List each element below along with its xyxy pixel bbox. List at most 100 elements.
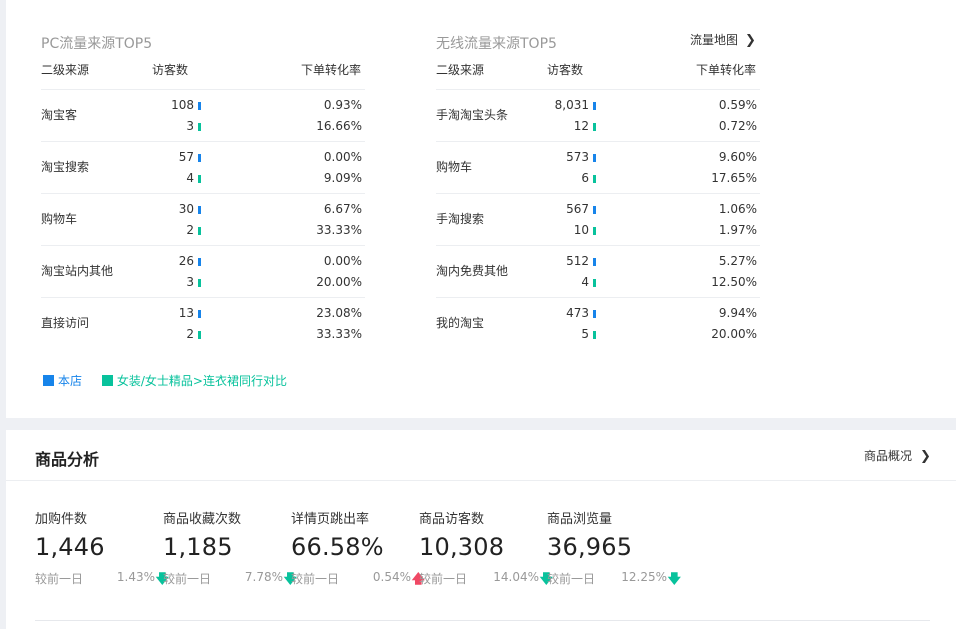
peer-conversion: 12.50% bbox=[711, 275, 757, 289]
table-row: 淘内免费其他 512 4 5.27% 12.50% bbox=[436, 245, 760, 297]
compare-label: 较前一日 bbox=[291, 572, 340, 586]
metric-product-visitors: 商品访客数 10,308 较前一日 14.04% 🡇 bbox=[419, 508, 553, 587]
legend-peer[interactable]: 女装/女士精品>连衣裙同行对比 bbox=[101, 372, 287, 389]
table-row: 手淘淘宝头条 8,031 12 0.59% 0.72% bbox=[436, 89, 760, 141]
metric-favorites: 商品收藏次数 1,185 较前一日 7.78% 🡇 bbox=[163, 508, 297, 587]
peer-conversion: 1.97% bbox=[718, 223, 757, 237]
traffic-map-link[interactable]: 流量地图 ❯ bbox=[690, 31, 756, 48]
shop-visitors: 30 bbox=[178, 202, 194, 216]
peer-conversion: 17.65% bbox=[711, 171, 757, 185]
peer-bar-marker bbox=[593, 279, 596, 287]
shop-bar-marker bbox=[198, 310, 201, 318]
chevron-right-icon: ❯ bbox=[745, 33, 756, 48]
source-name: 直接访问 bbox=[41, 316, 90, 330]
table-row: 手淘搜索 567 10 1.06% 1.97% bbox=[436, 193, 760, 245]
table-row: 淘宝搜索 57 4 0.00% 9.09% bbox=[41, 141, 365, 193]
legend-shop[interactable]: 本店 bbox=[43, 372, 82, 389]
chevron-right-icon: ❯ bbox=[920, 449, 931, 464]
peer-visitors: 2 bbox=[186, 327, 194, 341]
table-row: 购物车 573 6 9.60% 17.65% bbox=[436, 141, 760, 193]
shop-swatch bbox=[43, 375, 54, 386]
shop-conversion: 9.60% bbox=[718, 150, 757, 164]
compare-value: 14.04% bbox=[493, 570, 539, 584]
pc-col-conversion: 下单转化率 bbox=[300, 63, 361, 77]
metric-value: 10,308 bbox=[419, 533, 505, 561]
traffic-source-card: PC流量来源TOP5 二级来源 访客数 下单转化率 淘宝客 108 3 0.93… bbox=[6, 0, 956, 418]
wireless-col-visitors: 访客数 bbox=[547, 63, 584, 77]
compare-label: 较前一日 bbox=[419, 572, 468, 586]
shop-visitors: 512 bbox=[566, 254, 589, 268]
compare-value: 0.54% bbox=[372, 570, 411, 584]
source-name: 购物车 bbox=[41, 212, 78, 226]
shop-visitors: 57 bbox=[178, 150, 194, 164]
shop-visitors: 573 bbox=[566, 150, 589, 164]
peer-bar-marker bbox=[198, 279, 201, 287]
metric-value: 66.58% bbox=[291, 533, 384, 561]
shop-conversion: 6.67% bbox=[323, 202, 362, 216]
metric-value: 36,965 bbox=[547, 533, 633, 561]
shop-conversion: 5.27% bbox=[718, 254, 757, 268]
shop-conversion: 0.59% bbox=[718, 98, 757, 112]
peer-visitors: 12 bbox=[573, 119, 589, 133]
shop-bar-marker bbox=[593, 154, 596, 162]
peer-conversion: 20.00% bbox=[316, 275, 362, 289]
compare-label: 较前一日 bbox=[547, 572, 596, 586]
shop-visitors: 26 bbox=[178, 254, 194, 268]
wireless-col-conversion: 下单转化率 bbox=[695, 63, 756, 77]
shop-conversion: 0.00% bbox=[323, 150, 362, 164]
pc-rows: 淘宝客 108 3 0.93% 16.66% 淘宝搜索 57 4 0.00% 9… bbox=[41, 89, 365, 349]
shop-conversion: 0.00% bbox=[323, 254, 362, 268]
shop-bar-marker bbox=[198, 102, 201, 110]
metric-label: 商品访客数 bbox=[419, 512, 485, 527]
shop-conversion: 23.08% bbox=[316, 306, 362, 320]
divider bbox=[35, 620, 930, 621]
peer-bar-marker bbox=[593, 175, 596, 183]
peer-visitors: 10 bbox=[573, 223, 589, 237]
source-name: 手淘淘宝头条 bbox=[436, 108, 509, 122]
peer-conversion: 33.33% bbox=[316, 327, 362, 341]
shop-bar-marker bbox=[198, 206, 201, 214]
product-analysis-card: 商品分析 商品概况 ❯ 加购件数 1,446 较前一日 1.43% 🡇 商品收藏次… bbox=[6, 430, 956, 629]
peer-conversion: 33.33% bbox=[316, 223, 362, 237]
shop-conversion: 1.06% bbox=[718, 202, 757, 216]
source-name: 我的淘宝 bbox=[436, 316, 485, 330]
legend: 本店 女装/女士精品>连衣裙同行对比 bbox=[43, 372, 303, 389]
arrow-down-icon: 🡇 bbox=[667, 572, 681, 587]
wireless-col-source: 二级来源 bbox=[436, 63, 485, 77]
peer-bar-marker bbox=[198, 227, 201, 235]
compare-label: 较前一日 bbox=[35, 572, 84, 586]
metric-label: 商品收藏次数 bbox=[163, 512, 242, 527]
peer-bar-marker bbox=[593, 331, 596, 339]
legend-peer-label: 女装/女士精品>连衣裙同行对比 bbox=[116, 374, 287, 388]
shop-conversion: 9.94% bbox=[718, 306, 757, 320]
peer-bar-marker bbox=[593, 123, 596, 131]
pc-col-visitors: 访客数 bbox=[152, 63, 189, 77]
table-row: 淘宝站内其他 26 3 0.00% 20.00% bbox=[41, 245, 365, 297]
peer-conversion: 20.00% bbox=[711, 327, 757, 341]
peer-visitors: 4 bbox=[186, 171, 194, 185]
compare-label: 较前一日 bbox=[163, 572, 212, 586]
table-row: 直接访问 13 2 23.08% 33.33% bbox=[41, 297, 365, 349]
peer-bar-marker bbox=[198, 175, 201, 183]
shop-visitors: 8,031 bbox=[554, 98, 589, 112]
source-name: 手淘搜索 bbox=[436, 212, 485, 226]
shop-bar-marker bbox=[198, 258, 201, 266]
source-name: 淘宝客 bbox=[41, 108, 78, 122]
peer-conversion: 16.66% bbox=[316, 119, 362, 133]
table-row: 我的淘宝 473 5 9.94% 20.00% bbox=[436, 297, 760, 349]
shop-visitors: 473 bbox=[566, 306, 589, 320]
wireless-rows: 手淘淘宝头条 8,031 12 0.59% 0.72% 购物车 573 6 9.… bbox=[436, 89, 760, 349]
shop-bar-marker bbox=[198, 154, 201, 162]
shop-conversion: 0.93% bbox=[323, 98, 362, 112]
table-row: 购物车 30 2 6.67% 33.33% bbox=[41, 193, 365, 245]
metric-value: 1,446 bbox=[35, 533, 105, 561]
metric-bounce-rate: 详情页跳出率 66.58% 较前一日 0.54% 🡅 bbox=[291, 508, 425, 587]
metric-add-to-cart: 加购件数 1,446 较前一日 1.43% 🡇 bbox=[35, 508, 169, 587]
divider bbox=[6, 480, 956, 481]
shop-bar-marker bbox=[593, 102, 596, 110]
compare-value: 12.25% bbox=[621, 570, 667, 584]
product-overview-label: 商品概况 bbox=[864, 449, 913, 463]
product-overview-link[interactable]: 商品概况 ❯ bbox=[864, 447, 931, 464]
compare-value: 1.43% bbox=[116, 570, 155, 584]
wireless-panel-title: 无线流量来源TOP5 bbox=[436, 36, 557, 52]
